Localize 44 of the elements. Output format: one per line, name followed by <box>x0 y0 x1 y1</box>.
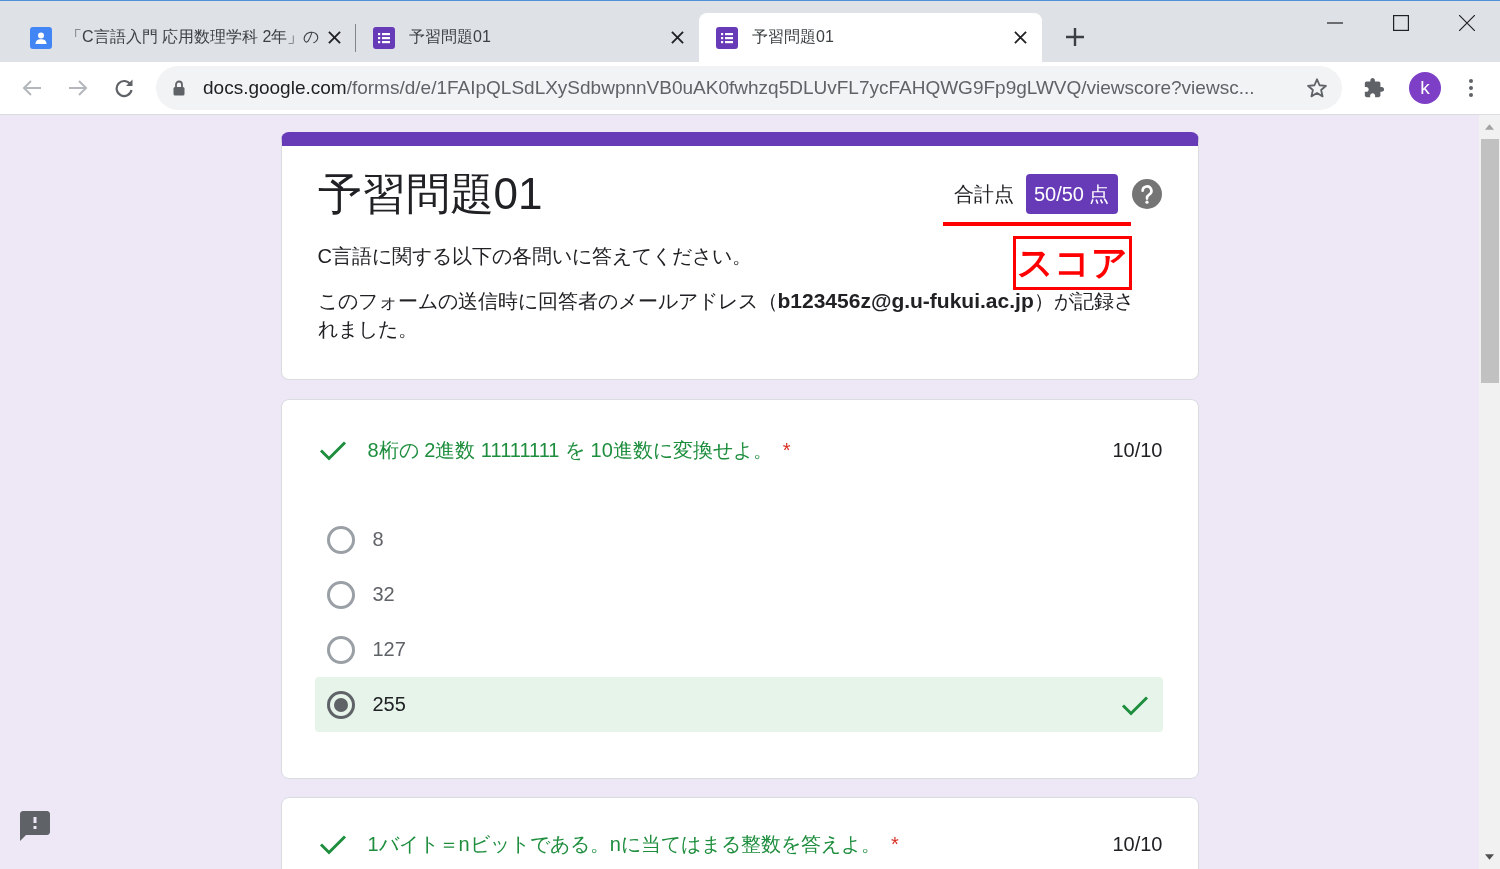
reload-icon[interactable] <box>114 78 134 98</box>
score-label: 合計点 <box>953 181 1014 207</box>
question-text: 8桁の 2進数 11111111 を 10進数に変換せよ。 <box>367 437 773 463</box>
option-label: 32 <box>372 583 395 606</box>
more-menu-icon[interactable] <box>1469 79 1473 97</box>
list-icon <box>716 26 738 49</box>
close-icon[interactable] <box>671 31 684 44</box>
radio-button[interactable] <box>326 690 355 719</box>
required-asterisk: * <box>890 832 899 856</box>
lock-icon <box>173 80 185 96</box>
browser-tab[interactable]: 予習問題01 <box>356 13 699 62</box>
required-asterisk: * <box>782 438 791 462</box>
browser-tab[interactable]: 「C言語入門 応用数理学科 2年」の <box>13 13 356 62</box>
close-icon[interactable] <box>1014 31 1027 44</box>
profile-avatar[interactable]: k <box>1409 72 1441 104</box>
list-icon <box>373 26 395 49</box>
close-window-icon[interactable] <box>1459 14 1475 31</box>
annotation-label: スコア <box>1012 236 1132 290</box>
option-label: 8 <box>372 528 384 551</box>
browser-tab[interactable]: 予習問題01 <box>699 13 1042 62</box>
maximize-icon[interactable] <box>1393 14 1409 31</box>
option-label: 127 <box>372 638 406 661</box>
close-icon[interactable] <box>328 31 341 44</box>
radio-button[interactable] <box>326 525 355 554</box>
radio-button[interactable] <box>326 580 355 609</box>
email-notice: このフォームの送信時に回答者のメールアドレス（b123456z@g.u-fukui.ac.jp）が記録されました。 <box>317 288 1135 342</box>
puzzle-icon[interactable] <box>1363 77 1385 99</box>
new-tab-plus-icon[interactable] <box>1065 27 1085 47</box>
radio-button[interactable] <box>326 635 355 664</box>
question-points: 10/10 <box>1112 832 1163 856</box>
feedback-icon[interactable] <box>20 811 50 841</box>
scroll-down-icon[interactable] <box>1485 854 1494 860</box>
option-label: 255 <box>372 693 406 716</box>
question-text: 1バイト＝nビットである。nに当てはまる整数を答えよ。 <box>367 831 881 857</box>
help-icon[interactable] <box>1131 179 1162 209</box>
score-badge: 50/50 点 <box>1025 174 1118 214</box>
star-icon[interactable] <box>1306 77 1328 99</box>
question-points: 10/10 <box>1112 438 1163 462</box>
form-description: C言語に関する以下の各問いに答えてください。 <box>317 244 752 269</box>
url-text: docs.google.com/forms/d/e/1FAIpQLSdLXySdbwpnnVB0uAK0fwhzq5DLUvFL7ycFAHQWG9Fp9gLWVQ/viewscore?viewsc... <box>203 77 1256 99</box>
address-bar[interactable]: docs.google.com/forms/d/e/1FAIpQLSdLXySdbwpnnVB0uAK0fwhzq5DLUvFL7ycFAHQWG9Fp9gLWVQ/viewscore?viewsc... <box>156 66 1342 110</box>
form-title: 予習問題01 <box>317 168 543 220</box>
person-icon <box>30 26 52 49</box>
scrollbar-thumb[interactable] <box>1480 139 1499 383</box>
